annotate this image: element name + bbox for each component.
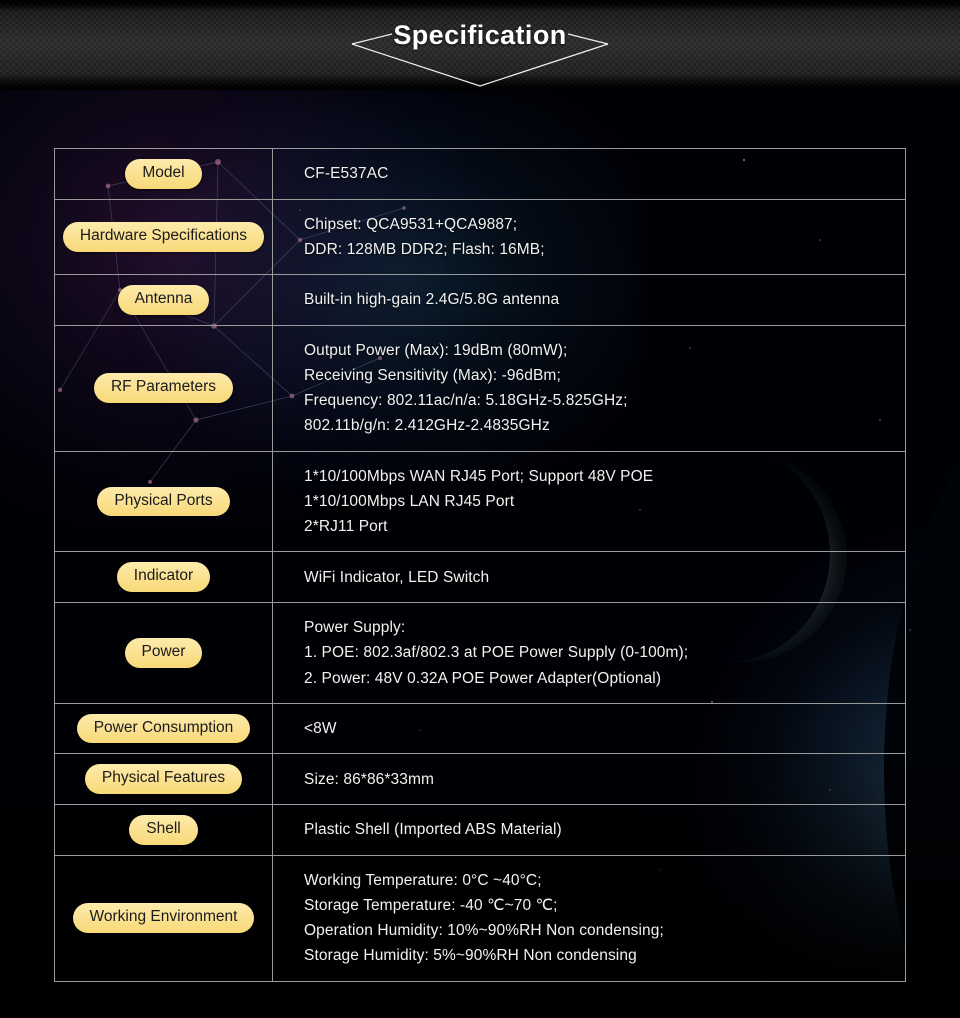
specification-page: Specification Model CF-E537AC Hardware S… [0,0,960,1018]
spec-label-pill: Power Consumption [76,713,251,744]
spec-label-cell: Indicator [54,551,273,604]
spec-label-pill: Power [124,638,203,668]
table-row: Working Environment Working Temperature:… [54,854,906,982]
spec-label-cell: Power Consumption [54,702,273,755]
spec-label-pill: Antenna [117,285,210,315]
page-title: Specification [393,20,567,50]
table-row: Antenna Built-in high-gain 2.4G/5.8G ant… [54,274,906,326]
table-row: Indicator WiFi Indicator, LED Switch [54,551,906,604]
spec-label-cell: Model [54,148,273,200]
spec-label-pill: Indicator [116,562,211,593]
spec-label-pill: RF Parameters [93,373,234,403]
table-row: Power Consumption <8W [54,702,906,755]
table-row: Physical Features Size: 86*86*33mm [54,753,906,805]
spec-value-cell: Size: 86*86*33mm [272,753,906,805]
spec-value-cell: Working Temperature: 0°C ~40°C; Storage … [272,854,906,982]
spec-label-cell: Physical Ports [54,450,273,553]
table-row: Model CF-E537AC [54,148,906,200]
spec-label-pill: Shell [129,814,198,845]
spec-value-cell: WiFi Indicator, LED Switch [272,551,906,604]
table-row: Shell Plastic Shell (Imported ABS Materi… [54,803,906,856]
header-banner: Specification [0,0,960,90]
table-row: Power Power Supply: 1. POE: 802.3af/802.… [54,602,906,704]
spec-label-cell: Physical Features [54,753,273,805]
spec-label-cell: Antenna [54,274,273,326]
spec-label-pill: Working Environment [72,903,255,933]
spec-label-cell: RF Parameters [54,324,273,452]
spec-label-cell: Working Environment [54,854,273,982]
spec-label-cell: Hardware Specifications [54,198,273,276]
spec-value-cell: <8W [272,702,906,755]
spec-label-pill: Model [125,159,202,189]
spec-value-cell: 1*10/100Mbps WAN RJ45 Port; Support 48V … [272,450,906,553]
specification-table: Model CF-E537AC Hardware Specifications … [54,148,906,982]
spec-value-cell: CF-E537AC [272,148,906,200]
spec-label-pill: Physical Features [84,764,243,794]
spec-label-pill: Hardware Specifications [62,222,265,252]
spec-value-cell: Power Supply: 1. POE: 802.3af/802.3 at P… [272,602,906,704]
table-row: RF Parameters Output Power (Max): 19dBm … [54,324,906,452]
spec-value-cell: Chipset: QCA9531+QCA9887; DDR: 128MB DDR… [272,198,906,276]
spec-label-cell: Power [54,602,273,704]
spec-value-cell: Output Power (Max): 19dBm (80mW); Receiv… [272,324,906,452]
spec-value-cell: Built-in high-gain 2.4G/5.8G antenna [272,274,906,326]
spec-value-cell: Plastic Shell (Imported ABS Material) [272,803,906,856]
spec-label-pill: Physical Ports [97,486,230,517]
spec-label-cell: Shell [54,803,273,856]
table-row: Hardware Specifications Chipset: QCA9531… [54,198,906,276]
specification-table-body: Model CF-E537AC Hardware Specifications … [54,148,906,982]
table-row: Physical Ports 1*10/100Mbps WAN RJ45 Por… [54,450,906,553]
